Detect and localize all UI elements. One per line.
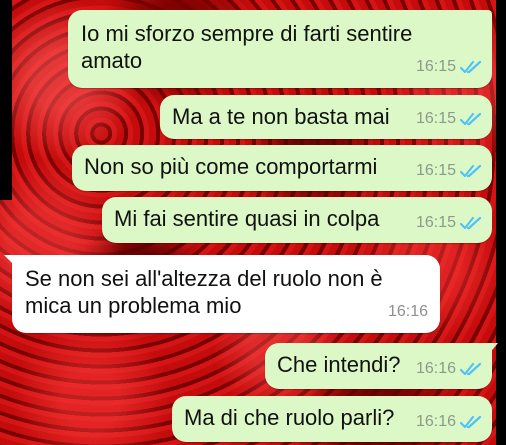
message-time: 16:15 — [415, 110, 456, 127]
message-time: 16:16 — [415, 413, 456, 430]
message-bubble-sent[interactable]: Non so più come comportarmi 16:15 — [72, 145, 492, 191]
message-time: 16:15 — [415, 162, 456, 179]
message-meta: 16:15 — [416, 53, 482, 81]
message-bubble-sent[interactable]: Che intendi? 16:16 — [265, 343, 498, 389]
message-text: amato — [81, 48, 143, 73]
screen-edge-right — [496, 0, 506, 445]
double-check-icon — [460, 60, 482, 74]
message-text: Io mi sforzo sempre di farti sentire — [81, 21, 413, 46]
message-meta: 16:15 — [416, 157, 482, 185]
message-bubble-received[interactable]: Se non sei all'altezza del ruolo non è m… — [4, 255, 440, 333]
double-check-icon — [460, 164, 482, 178]
message-meta: 16:16 — [416, 355, 482, 383]
message-bubble-sent[interactable]: Ma di che ruolo parli? 16:16 — [172, 396, 492, 442]
message-time: 16:15 — [415, 214, 456, 231]
message-text: Mi fai sentire quasi in colpa — [114, 206, 380, 231]
bubble-tail — [4, 255, 16, 267]
message-bubble-sent[interactable]: Mi fai sentire quasi in colpa 16:15 — [102, 197, 492, 243]
message-bubble-sent[interactable]: Ma a te non basta mai 16:15 — [160, 95, 492, 139]
message-time: 16:16 — [415, 360, 456, 377]
message-text: Ma di che ruolo parli? — [184, 405, 395, 430]
message-text: mica un problema mio — [25, 293, 242, 318]
message-meta: 16:15 — [416, 105, 482, 133]
double-check-icon — [460, 216, 482, 230]
bubble-tail — [488, 343, 498, 355]
message-text: Che intendi? — [277, 352, 401, 377]
message-meta: 16:16 — [388, 298, 428, 326]
message-time: 16:15 — [415, 58, 456, 75]
message-text: Ma a te non basta mai — [172, 104, 390, 129]
message-text: Se non sei all'altezza del ruolo non è — [25, 266, 383, 291]
message-meta: 16:16 — [416, 408, 482, 436]
double-check-icon — [460, 362, 482, 376]
message-bubble-sent[interactable]: Io mi sforzo sempre di farti sentire ama… — [68, 10, 492, 88]
message-meta: 16:15 — [416, 209, 482, 237]
double-check-icon — [460, 112, 482, 126]
message-time: 16:16 — [387, 303, 428, 320]
message-text: Non so più come comportarmi — [84, 154, 378, 179]
screen-edge-left — [0, 0, 12, 200]
double-check-icon — [460, 415, 482, 429]
